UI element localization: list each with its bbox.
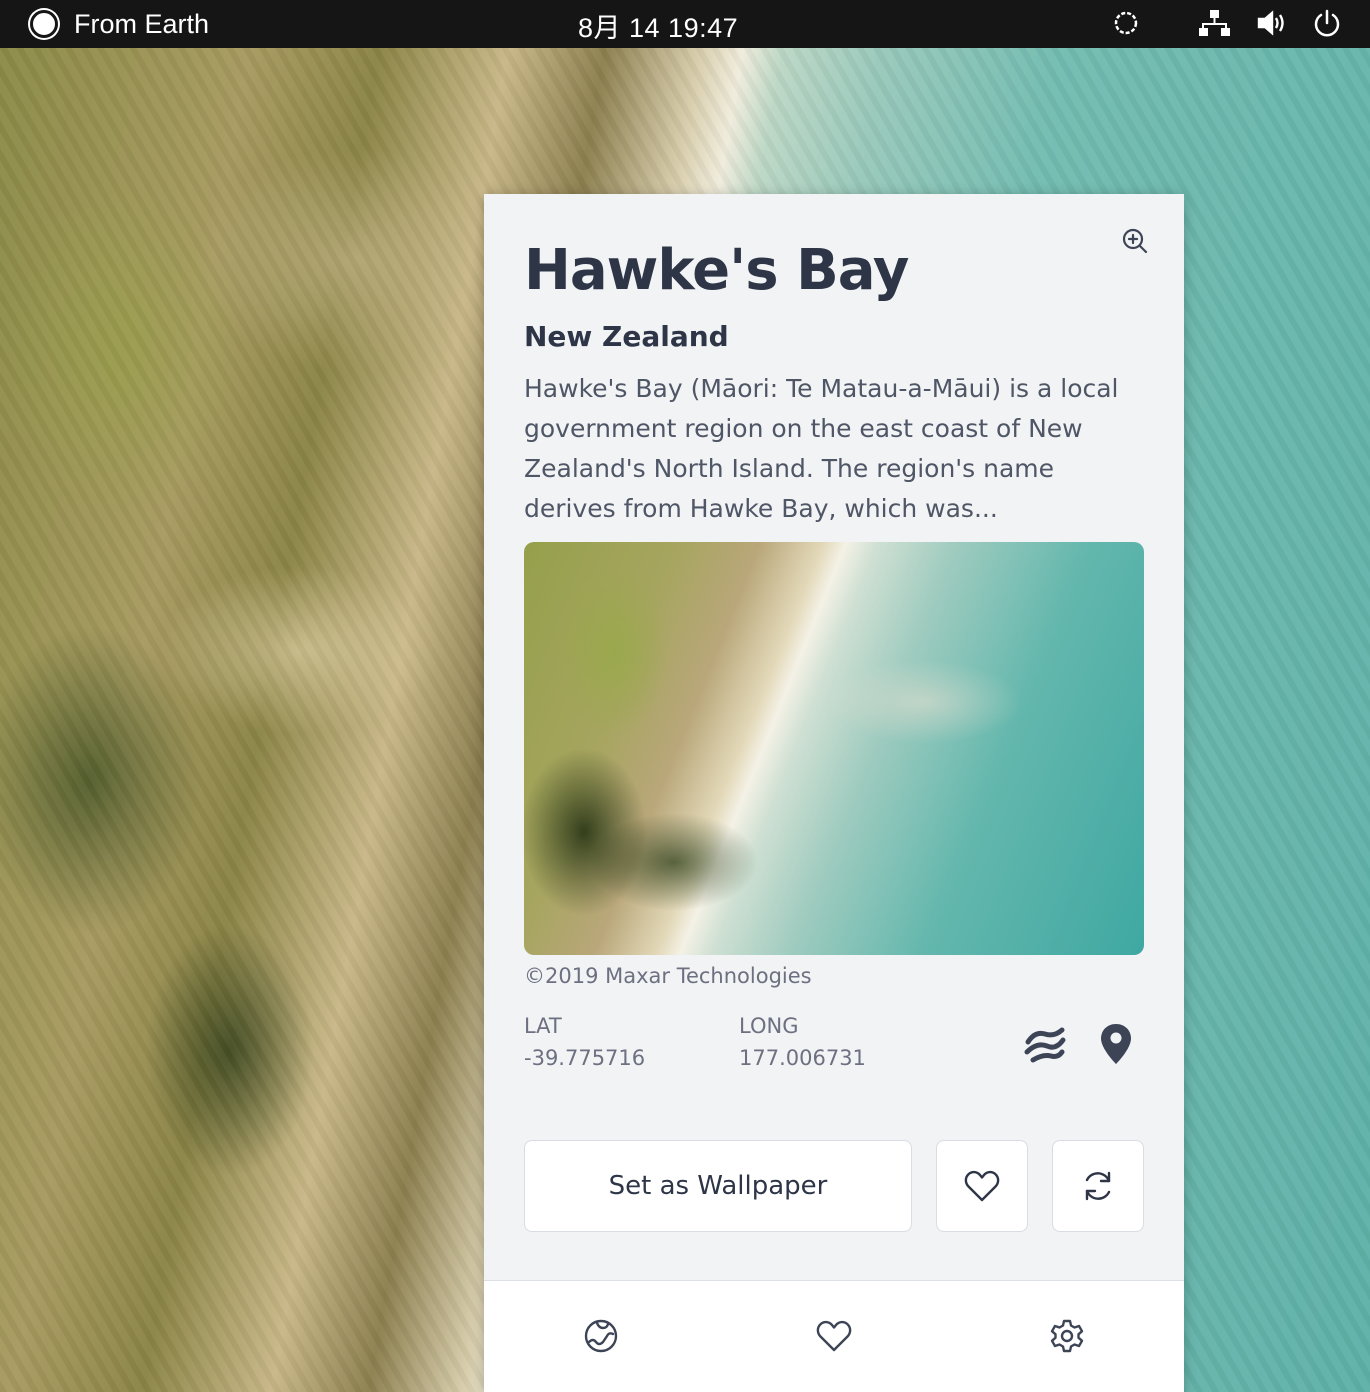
gear-icon — [1050, 1319, 1084, 1353]
map-pin-icon[interactable] — [1094, 1020, 1138, 1068]
globe-icon — [584, 1319, 618, 1353]
google-earth-icon[interactable] — [1020, 1020, 1070, 1068]
long-value: 177.006731 — [739, 1046, 866, 1070]
nav-explore[interactable] — [576, 1311, 626, 1361]
image-credit: ©2019 Maxar Technologies — [524, 964, 812, 988]
zoom-in-icon[interactable] — [1120, 226, 1150, 256]
location-description: Hawke's Bay (Māori: Te Matau-a-Māui) is … — [524, 374, 1119, 523]
refresh-button[interactable] — [1052, 1140, 1144, 1232]
location-country: New Zealand — [524, 320, 729, 353]
clock[interactable]: 8月 14 19:47 — [578, 6, 738, 45]
bottom-navigation — [484, 1280, 1184, 1392]
system-top-bar: From Earth 8月 14 19:47 — [0, 0, 1370, 48]
volume-icon[interactable] — [1254, 6, 1290, 40]
refresh-icon — [1085, 1171, 1111, 1201]
set-wallpaper-button[interactable]: Set as Wallpaper — [524, 1140, 912, 1232]
power-icon[interactable] — [1310, 6, 1344, 40]
lat-value: -39.775716 — [524, 1046, 646, 1070]
nav-favorites[interactable] — [809, 1311, 859, 1361]
from-earth-window: Hawke's Bay New Zealand Hawke's Bay (Māo… — [484, 194, 1184, 1392]
heart-icon — [816, 1320, 852, 1352]
long-label: LONG — [739, 1014, 799, 1038]
app-indicator-icon — [30, 10, 58, 38]
lat-label: LAT — [524, 1014, 562, 1038]
circle-status-icon[interactable] — [1110, 6, 1142, 40]
location-title: Hawke's Bay — [524, 238, 909, 303]
app-name: From Earth — [74, 8, 210, 39]
app-menu[interactable]: From Earth — [30, 9, 209, 40]
location-photo[interactable] — [524, 542, 1144, 955]
network-icon[interactable] — [1196, 6, 1232, 40]
favorite-button[interactable] — [936, 1140, 1028, 1232]
heart-icon — [964, 1170, 1000, 1202]
nav-settings[interactable] — [1042, 1311, 1092, 1361]
